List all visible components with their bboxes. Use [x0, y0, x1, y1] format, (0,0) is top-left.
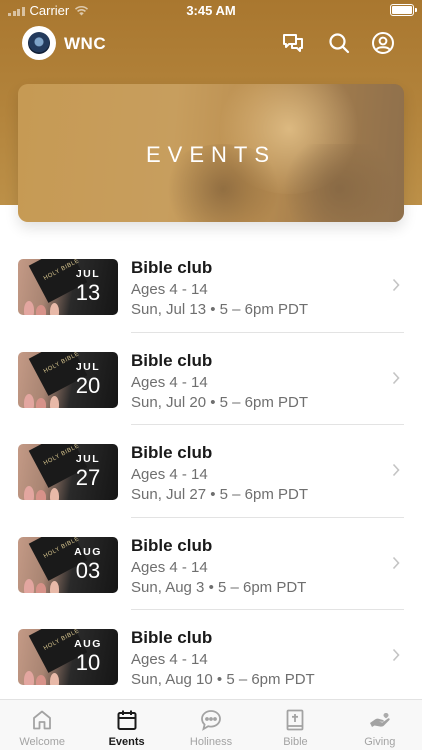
tab-label: Events — [108, 736, 145, 748]
tab-holiness[interactable]: Holiness — [169, 700, 253, 750]
event-month: JUL — [75, 360, 101, 373]
event-title: Bible club — [131, 350, 213, 370]
event-day: 27 — [75, 465, 101, 490]
giving-hand-icon — [368, 708, 392, 732]
chevron-right-icon — [392, 556, 400, 569]
event-datetime: Sun, Jul 13 • 5 – 6pm PDT — [131, 301, 309, 318]
event-thumbnail: HOLY BIBLE AUG 10 — [18, 629, 118, 685]
event-title: Bible club — [131, 628, 213, 647]
tab-welcome[interactable]: Welcome — [0, 700, 84, 750]
event-row[interactable]: HOLY BIBLE JUL 20 Bible club Ages 4 - 14… — [0, 333, 422, 425]
battery-icon — [390, 4, 417, 16]
event-row[interactable]: HOLY BIBLE JUL 27 Bible club Ages 4 - 14… — [0, 425, 422, 518]
app-bar: WNC — [0, 26, 422, 62]
event-thumbnail: HOLY BIBLE AUG 03 — [18, 536, 118, 593]
event-ages: Ages 4 - 14 — [131, 466, 208, 483]
app-title: WNC — [64, 34, 107, 53]
event-datetime: Sun, Aug 10 • 5 – 6pm PDT — [131, 671, 315, 688]
event-row[interactable]: HOLY BIBLE AUG 10 Bible club Ages 4 - 14… — [0, 610, 422, 703]
home-icon — [30, 708, 54, 732]
tab-label: Giving — [364, 736, 396, 748]
date-badge: JUL 20 — [68, 361, 108, 399]
chat-icon[interactable] — [281, 31, 305, 55]
event-thumbnail: HOLY BIBLE JUL 13 — [18, 259, 118, 315]
event-month: JUL — [75, 453, 101, 465]
date-badge: JUL 27 — [68, 453, 108, 491]
event-title: Bible club — [131, 535, 213, 555]
profile-icon[interactable] — [371, 31, 395, 55]
calendar-icon — [115, 708, 139, 732]
event-month: AUG — [74, 545, 102, 558]
chevron-right-icon — [392, 371, 400, 384]
event-ages: Ages 4 - 14 — [131, 651, 208, 668]
event-datetime: Sun, Aug 3 • 5 – 6pm PDT — [131, 578, 307, 596]
event-ages: Ages 4 - 14 — [131, 281, 208, 298]
event-row[interactable]: HOLY BIBLE AUG 03 Bible club Ages 4 - 14… — [0, 518, 422, 610]
event-thumbnail: HOLY BIBLE JUL 20 — [18, 351, 118, 408]
chevron-right-icon — [392, 463, 400, 477]
event-day: 10 — [75, 650, 101, 675]
event-ages: Ages 4 - 14 — [131, 373, 208, 391]
event-month: JUL — [75, 268, 101, 280]
event-datetime: Sun, Jul 20 • 5 – 6pm PDT — [131, 393, 309, 411]
tab-bible[interactable]: Bible — [253, 700, 337, 750]
events-list: HOLY BIBLE JUL 13 Bible club Ages 4 - 14… — [0, 240, 422, 703]
event-day: 03 — [75, 557, 101, 583]
date-badge: JUL 13 — [68, 268, 108, 306]
tab-label: Bible — [283, 736, 308, 748]
hero-title: EVENTS — [145, 142, 277, 167]
tab-giving[interactable]: Giving — [338, 700, 422, 750]
event-datetime: Sun, Jul 27 • 5 – 6pm PDT — [131, 486, 309, 503]
bible-icon — [283, 708, 307, 732]
event-title: Bible club — [131, 258, 213, 277]
event-title: Bible club — [131, 443, 213, 462]
status-bar: Carrier 3:45 AM — [0, 0, 422, 22]
event-row[interactable]: HOLY BIBLE JUL 13 Bible club Ages 4 - 14… — [0, 240, 422, 333]
tab-events[interactable]: Events — [84, 700, 168, 750]
church-logo[interactable] — [22, 26, 56, 60]
event-thumbnail: HOLY BIBLE JUL 27 — [18, 444, 118, 500]
status-time: 3:45 AM — [186, 3, 236, 18]
chevron-right-icon — [392, 278, 400, 292]
speech-bubble-icon — [199, 708, 223, 732]
date-badge: AUG 10 — [68, 638, 108, 676]
date-badge: AUG 03 — [68, 546, 108, 584]
chevron-right-icon — [392, 648, 400, 662]
event-ages: Ages 4 - 14 — [131, 558, 208, 576]
event-day: 13 — [75, 280, 101, 305]
tab-label: Welcome — [19, 736, 66, 748]
event-month: AUG — [74, 638, 102, 650]
events-hero-banner: EVENTS — [18, 84, 404, 222]
search-icon[interactable] — [327, 31, 351, 55]
event-day: 20 — [75, 372, 101, 398]
bottom-tab-bar: Welcome Events Holiness Bible Giving — [0, 699, 422, 750]
tab-label: Holiness — [189, 736, 233, 748]
